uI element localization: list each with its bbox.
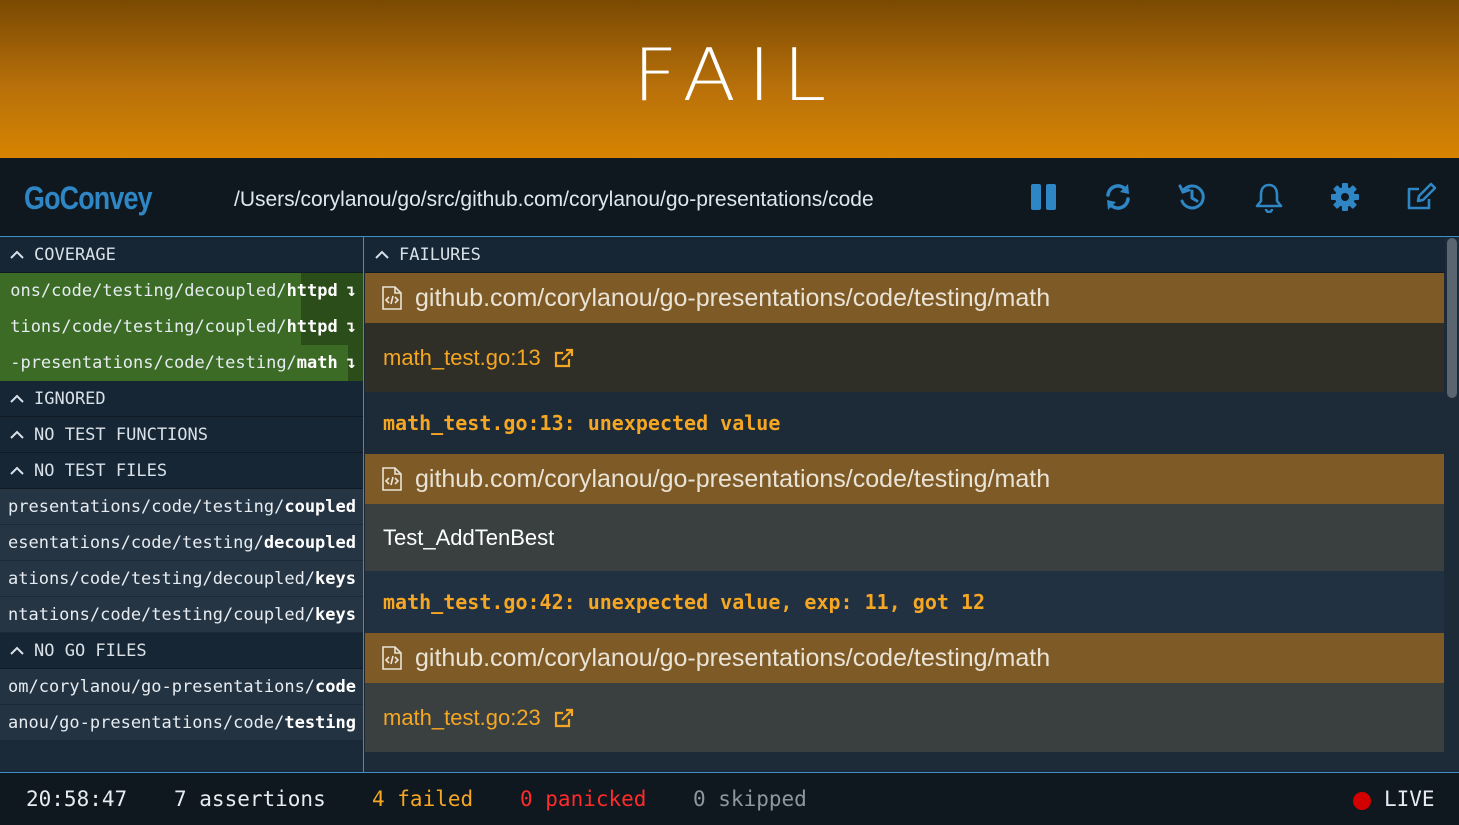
- file-code-icon: [381, 286, 403, 310]
- failure-message: math_test.go:13: unexpected value: [365, 392, 1444, 454]
- external-link-icon[interactable]: [553, 707, 575, 729]
- failures-section-header[interactable]: FAILURES: [365, 237, 1445, 273]
- live-indicator-icon: [1353, 792, 1371, 810]
- package-path: -presentations/code/testing/: [10, 353, 297, 373]
- package-row[interactable]: ons/code/testing/decoupled/httpd ↴: [0, 273, 363, 309]
- package-name: decoupled: [263, 532, 356, 553]
- failure-test-name: Test_AddTenBest: [365, 504, 1444, 571]
- package-path: tions/code/testing/coupled/: [10, 317, 287, 337]
- chevron-up-icon: [10, 394, 26, 404]
- jump-arrow-icon[interactable]: ↴: [346, 353, 356, 373]
- no-test-files-section-header[interactable]: NO TEST FILES: [0, 453, 363, 489]
- failure-location-link[interactable]: math_test.go:13: [365, 323, 1444, 392]
- refresh-icon[interactable]: [1101, 180, 1135, 214]
- ignored-section-header[interactable]: IGNORED: [0, 381, 363, 417]
- edit-icon[interactable]: [1404, 180, 1438, 214]
- last-run-time: 20:58:47: [26, 787, 128, 811]
- package-row[interactable]: ntations/code/testing/coupled/keys: [0, 597, 363, 633]
- package-name: coupled: [284, 496, 356, 517]
- no-test-files-list: presentations/code/testing/coupled esenta…: [0, 489, 363, 633]
- chevron-up-icon: [10, 466, 26, 476]
- package-path: om/corylanou/go-presentations/: [8, 676, 316, 697]
- package-name: httpd: [286, 281, 338, 301]
- no-go-files-list: om/corylanou/go-presentations/code anou/g…: [0, 669, 363, 741]
- package-row[interactable]: anou/go-presentations/code/testing: [0, 705, 363, 741]
- coverage-list: ons/code/testing/decoupled/httpd ↴ tions/c…: [0, 273, 363, 381]
- live-label[interactable]: LIVE: [1384, 787, 1435, 811]
- package-path: ations/code/testing/decoupled/: [8, 568, 316, 589]
- package-path: anou/go-presentations/code/: [8, 712, 285, 733]
- history-icon[interactable]: [1175, 180, 1209, 214]
- assertion-count: 7 assertions: [174, 787, 326, 811]
- package-row[interactable]: tions/code/testing/coupled/httpd ↴: [0, 309, 363, 345]
- file-code-icon: [381, 467, 403, 491]
- package-path: ntations/code/testing/coupled/: [8, 604, 316, 625]
- no-test-functions-section-header[interactable]: NO TEST FUNCTIONS: [0, 417, 363, 453]
- logo[interactable]: GoConvey: [24, 180, 153, 217]
- status-title: FAIL: [632, 34, 839, 118]
- chevron-up-icon: [375, 250, 391, 260]
- package-path: ons/code/testing/decoupled/: [10, 281, 287, 301]
- failures-panel: FAILURES github.com/corylanou/go-present…: [365, 237, 1459, 772]
- package-row[interactable]: presentations/code/testing/coupled: [0, 489, 363, 525]
- external-link-icon[interactable]: [553, 347, 575, 369]
- status-footer: 20:58:47 7 assertions 4 failed 0 panicke…: [0, 772, 1459, 825]
- gear-icon[interactable]: [1328, 180, 1362, 214]
- jump-arrow-icon[interactable]: ↴: [346, 317, 356, 337]
- package-name: keys: [315, 604, 356, 625]
- coverage-section-header[interactable]: COVERAGE: [0, 237, 363, 273]
- watched-path[interactable]: /Users/corylanou/go/src/github.com/coryl…: [234, 188, 874, 212]
- chevron-up-icon: [10, 250, 26, 260]
- no-go-files-section-header[interactable]: NO GO FILES: [0, 633, 363, 669]
- package-row[interactable]: -presentations/code/testing/math ↴: [0, 345, 363, 381]
- failure-package-header[interactable]: github.com/corylanou/go-presentations/co…: [365, 633, 1444, 683]
- failure-message: math_test.go:42: unexpected value, exp: …: [365, 571, 1444, 633]
- bell-icon[interactable]: [1252, 180, 1286, 214]
- file-code-icon: [381, 646, 403, 670]
- failure-location-link[interactable]: math_test.go:23: [365, 683, 1444, 752]
- package-name: math: [296, 353, 338, 373]
- jump-arrow-icon[interactable]: ↴: [346, 281, 356, 301]
- package-name: testing: [284, 712, 356, 733]
- package-path: presentations/code/testing/: [8, 496, 285, 517]
- chevron-up-icon: [10, 646, 26, 656]
- package-name: code: [315, 676, 356, 697]
- failed-count: 4 failed: [372, 787, 474, 811]
- sidebar: COVERAGE ons/code/testing/decoupled/http…: [0, 237, 364, 772]
- chevron-up-icon: [10, 430, 26, 440]
- package-row[interactable]: esentations/code/testing/decoupled: [0, 525, 363, 561]
- failure-package-header[interactable]: github.com/corylanou/go-presentations/co…: [365, 454, 1444, 504]
- panicked-count: 0 panicked: [520, 787, 647, 811]
- failure-package-header[interactable]: github.com/corylanou/go-presentations/co…: [365, 273, 1444, 323]
- scrollbar[interactable]: [1446, 238, 1458, 772]
- package-row[interactable]: om/corylanou/go-presentations/code: [0, 669, 363, 705]
- package-path: esentations/code/testing/: [8, 532, 264, 553]
- status-banner: FAIL: [0, 0, 1459, 158]
- package-row[interactable]: ations/code/testing/decoupled/keys: [0, 561, 363, 597]
- scrollbar-thumb[interactable]: [1447, 238, 1457, 398]
- package-name: httpd: [286, 317, 338, 337]
- pause-icon[interactable]: [1027, 180, 1061, 214]
- package-name: keys: [315, 568, 356, 589]
- skipped-count: 0 skipped: [693, 787, 807, 811]
- header-bar: GoConvey /Users/corylanou/go/src/github.…: [0, 158, 1459, 237]
